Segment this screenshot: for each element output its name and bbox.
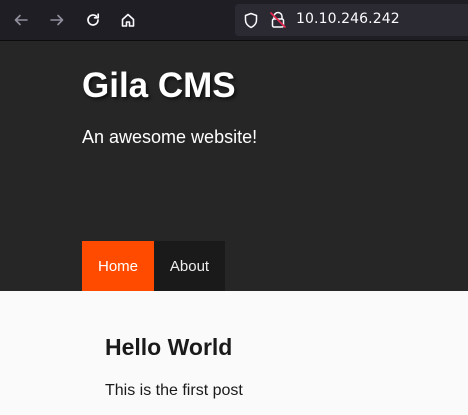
reload-button[interactable]	[79, 6, 107, 34]
url-text[interactable]: 10.10.246.242	[296, 11, 400, 27]
reload-icon	[87, 13, 100, 26]
main-menu: Home About	[82, 241, 225, 291]
post-title[interactable]: Hello World	[105, 334, 232, 361]
insecure-lock-icon[interactable]	[269, 11, 287, 29]
main-content: Hello World This is the first post	[0, 291, 468, 415]
back-arrow-icon	[14, 14, 28, 26]
forward-button[interactable]	[43, 6, 71, 34]
home-button[interactable]	[114, 6, 142, 34]
menu-item-label: Home	[97, 257, 138, 275]
post-body: This is the first post	[105, 382, 243, 399]
menu-item-about[interactable]: About	[154, 241, 225, 291]
menu-item-label: About	[169, 257, 210, 275]
site-header: Gila CMS An awesome website! Home About	[0, 41, 468, 291]
site-title[interactable]: Gila CMS	[82, 66, 236, 106]
forward-arrow-icon	[50, 14, 64, 26]
site-tagline: An awesome website!	[82, 127, 258, 147]
browser-toolbar: 10.10.246.242	[0, 0, 468, 41]
shield-icon[interactable]	[243, 12, 259, 29]
url-bar[interactable]: 10.10.246.242	[235, 4, 468, 36]
menu-item-home[interactable]: Home	[82, 241, 154, 291]
home-icon	[121, 13, 135, 27]
back-button[interactable]	[7, 6, 35, 34]
